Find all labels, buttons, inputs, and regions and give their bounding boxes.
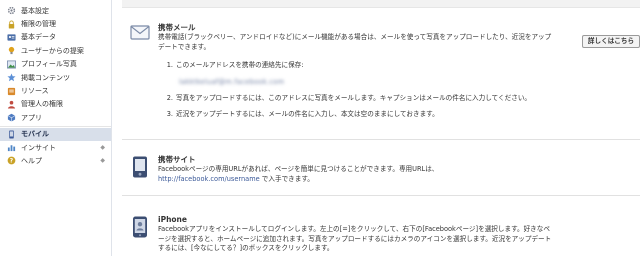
email-section-description: 携帯電話(ブラックベリー、アンドロイドなど)にメール機能がある場合は、メールを使… bbox=[158, 33, 552, 51]
sidebar-item-label: モバイル bbox=[21, 130, 49, 139]
mobile-email-section: 携帯メール 携帯電話(ブラックベリー、アンドロイドなど)にメール機能がある場合は… bbox=[122, 9, 640, 139]
phone-icon bbox=[130, 156, 150, 178]
mobile-site-body: 携帯サイト Facebookページの専用URLがあれば、ページを簡単に見つけるこ… bbox=[158, 155, 556, 184]
admin-icon bbox=[7, 100, 16, 109]
sidebar-item-7[interactable]: リソース bbox=[0, 84, 111, 97]
email-section-body: 携帯メール 携帯電話(ブラックベリー、アンドロイドなど)にメール機能がある場合は… bbox=[158, 23, 556, 127]
step-text: 写真をアップロードするには、このアドレスに写真をメールします。キャプションはメー… bbox=[176, 93, 532, 102]
email-step-2: 2. 写真をアップロードするには、このアドレスに写真をメールします。キャプション… bbox=[164, 94, 556, 104]
sidebar-item-label: 権限の管理 bbox=[21, 20, 56, 29]
id-card-icon bbox=[7, 33, 16, 42]
sidebar-nav: 基本設定権限の管理基本データユーザーからの提案 プロフィール写真 掲載コンテンツ リソ… bbox=[0, 0, 111, 168]
star-icon bbox=[7, 73, 16, 82]
upload-email-address[interactable]: lakktkeluaf@m.facebook.com bbox=[179, 78, 284, 86]
email-steps: 1. このメールアドレスを携帯の連絡先に保存: lakktkeluaf@m.fa… bbox=[158, 61, 556, 120]
resource-icon bbox=[7, 87, 16, 96]
email-step-1: 1. このメールアドレスを携帯の連絡先に保存: bbox=[164, 61, 556, 71]
sidebar-item-11[interactable]: インサイト ◆ bbox=[0, 141, 111, 154]
iphone-title: iPhone bbox=[158, 215, 187, 224]
mobile-site-description-suffix: で入手できます。 bbox=[259, 174, 314, 183]
sidebar-item-label: 掲載コンテンツ bbox=[21, 73, 70, 82]
photo-icon bbox=[7, 60, 16, 69]
expand-chevron-icon[interactable]: ◆ bbox=[100, 157, 105, 164]
step-number: 1. bbox=[166, 61, 173, 70]
sidebar-item-label: 基本データ bbox=[21, 33, 56, 42]
sidebar-item-label: リソース bbox=[21, 87, 49, 96]
sidebar-item-label: ヘルプ bbox=[21, 156, 42, 165]
mobile-icon bbox=[7, 130, 16, 139]
settings-sidebar: 基本設定権限の管理基本データユーザーからの提案 プロフィール写真 掲載コンテンツ リソ… bbox=[0, 0, 112, 256]
sidebar-item-label: アプリ bbox=[21, 113, 42, 122]
sidebar-item-5[interactable]: プロフィール写真 bbox=[0, 58, 111, 71]
sidebar-item-4[interactable]: ユーザーからの提案 bbox=[0, 44, 111, 57]
gear-icon bbox=[7, 6, 16, 15]
sidebar-item-6[interactable]: 掲載コンテンツ bbox=[0, 71, 111, 84]
email-step-3: 3. 近況をアップデートするには、メールの件名に入力し、本文は空のままにしておき… bbox=[164, 110, 556, 120]
step-text: このメールアドレスを携帯の連絡先に保存: bbox=[176, 61, 304, 70]
step-number: 3. bbox=[166, 110, 173, 119]
envelope-icon bbox=[130, 22, 150, 44]
sidebar-item-10[interactable]: モバイル bbox=[0, 127, 111, 141]
iphone-body: iPhone Facebookアプリをインストールしてログインします。左上の[=… bbox=[158, 215, 556, 254]
mobile-site-title: 携帯サイト bbox=[158, 155, 196, 164]
email-address-wrapper: lakktkeluaf@m.facebook.com bbox=[164, 78, 556, 94]
sidebar-item-3[interactable]: 基本データ bbox=[0, 31, 111, 44]
sidebar-item-label: プロフィール写真 bbox=[21, 60, 77, 69]
iphone-section: iPhone Facebookアプリをインストールしてログインします。左上の[=… bbox=[122, 196, 640, 256]
app-cube-icon bbox=[7, 113, 16, 122]
step-text: 近況をアップデートするには、メールの件名に入力し、本文は空のままにしておきます。 bbox=[176, 110, 439, 119]
sidebar-item-12[interactable]: ? ヘルプ ◆ bbox=[0, 154, 111, 167]
mobile-site-section: 携帯サイト Facebookページの専用URLがあれば、ページを簡単に見つけるこ… bbox=[122, 140, 640, 195]
sidebar-item-1[interactable]: 基本設定 bbox=[0, 4, 111, 17]
sidebar-item-2[interactable]: 権限の管理 bbox=[0, 17, 111, 30]
sidebar-item-8[interactable]: 管理人の権限 bbox=[0, 98, 111, 111]
username-link[interactable]: http://facebook.com/username bbox=[158, 175, 260, 183]
top-band bbox=[122, 0, 640, 8]
sidebar-item-label: 管理人の権限 bbox=[21, 100, 63, 109]
sidebar-item-9[interactable]: アプリ bbox=[0, 111, 111, 124]
sidebar-item-label: インサイト bbox=[21, 143, 56, 152]
sidebar-divider bbox=[0, 125, 111, 127]
sidebar-item-label: ユーザーからの提案 bbox=[21, 46, 84, 55]
mobile-site-description-text: Facebookページの専用URLがあれば、ページを簡単に見つけることができます… bbox=[158, 165, 439, 173]
email-section-title: 携帯メール bbox=[158, 23, 196, 32]
iphone-description: Facebookアプリをインストールしてログインします。左上の[=]をクリックし… bbox=[158, 225, 552, 253]
main-content: 携帯メール 携帯電話(ブラックベリー、アンドロイドなど)にメール機能がある場合は… bbox=[122, 0, 640, 256]
settings-rows: 携帯メール 携帯電話(ブラックベリー、アンドロイドなど)にメール機能がある場合は… bbox=[122, 9, 640, 256]
details-button[interactable]: 詳しくはこちら bbox=[582, 35, 640, 48]
mobile-site-description: Facebookページの専用URLがあれば、ページを簡単に見つけることができます… bbox=[158, 165, 556, 184]
iphone-icon bbox=[130, 216, 150, 238]
chart-icon bbox=[7, 143, 16, 152]
help-icon: ? bbox=[7, 156, 16, 165]
step-number: 2. bbox=[166, 93, 173, 102]
lock-icon bbox=[7, 20, 16, 29]
sidebar-item-label: 基本設定 bbox=[21, 6, 49, 15]
expand-chevron-icon[interactable]: ◆ bbox=[100, 144, 105, 151]
lightbulb-icon bbox=[7, 46, 16, 55]
